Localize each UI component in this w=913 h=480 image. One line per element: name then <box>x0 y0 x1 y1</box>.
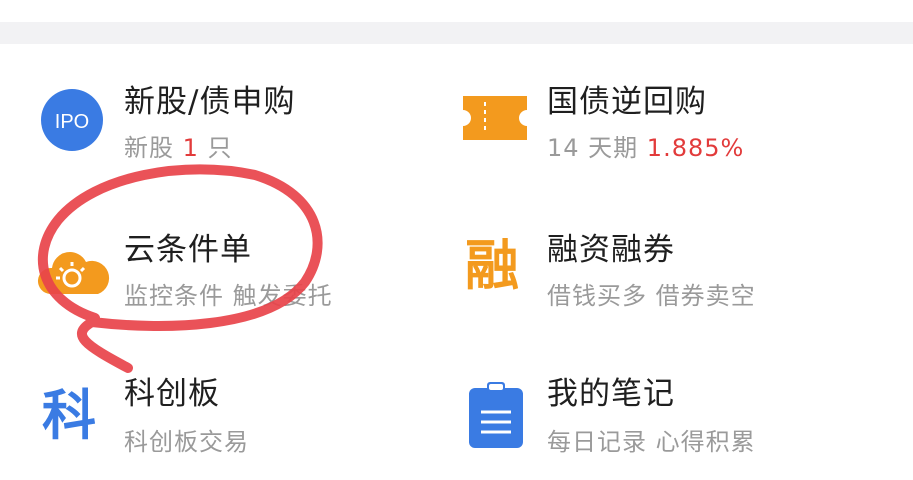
section-divider <box>0 22 913 44</box>
tile-subtitle: 新股 1 只 <box>124 134 233 162</box>
tile-title: 融资融券 <box>547 232 675 268</box>
tile-subtitle: 14 天期 1.885% <box>547 134 745 162</box>
clipboard-icon <box>469 382 523 448</box>
tile-title: 云条件单 <box>124 232 252 268</box>
tile-reverse-repo[interactable]: 国债逆回购 14 天期 1.885% <box>455 60 895 180</box>
tile-title: 新股/债申购 <box>124 84 296 120</box>
tile-subtitle: 科创板交易 <box>124 428 249 456</box>
cloud-sun-icon <box>37 252 110 294</box>
tile-margin-trading[interactable]: 融 融资融券 借钱买多 借券卖空 <box>455 210 895 330</box>
ipo-icon: IPO <box>41 89 103 151</box>
ipo-count: 1 <box>182 134 199 162</box>
tile-my-notes[interactable]: 我的笔记 每日记录 心得积累 <box>455 360 895 480</box>
tile-title: 国债逆回购 <box>547 84 707 120</box>
tile-cloud-order[interactable]: 云条件单 监控条件 触发委托 <box>0 210 440 330</box>
ipo-icon-text: IPO <box>55 111 89 133</box>
tile-subtitle: 每日记录 心得积累 <box>547 428 756 456</box>
rong-char-icon: 融 <box>465 234 519 297</box>
tile-subtitle: 监控条件 触发委托 <box>124 282 333 310</box>
ticket-icon <box>463 96 527 140</box>
tile-ipo[interactable]: IPO 新股/债申购 新股 1 只 <box>0 60 440 180</box>
tile-star-market[interactable]: 科 科创板 科创板交易 <box>0 360 440 480</box>
tile-title: 我的笔记 <box>547 376 675 412</box>
tile-title: 科创板 <box>124 376 220 412</box>
ke-char-icon: 科 <box>42 384 96 447</box>
tile-subtitle: 借钱买多 借券卖空 <box>547 282 756 310</box>
repo-rate: 1.885% <box>646 134 745 162</box>
top-band <box>0 0 913 22</box>
